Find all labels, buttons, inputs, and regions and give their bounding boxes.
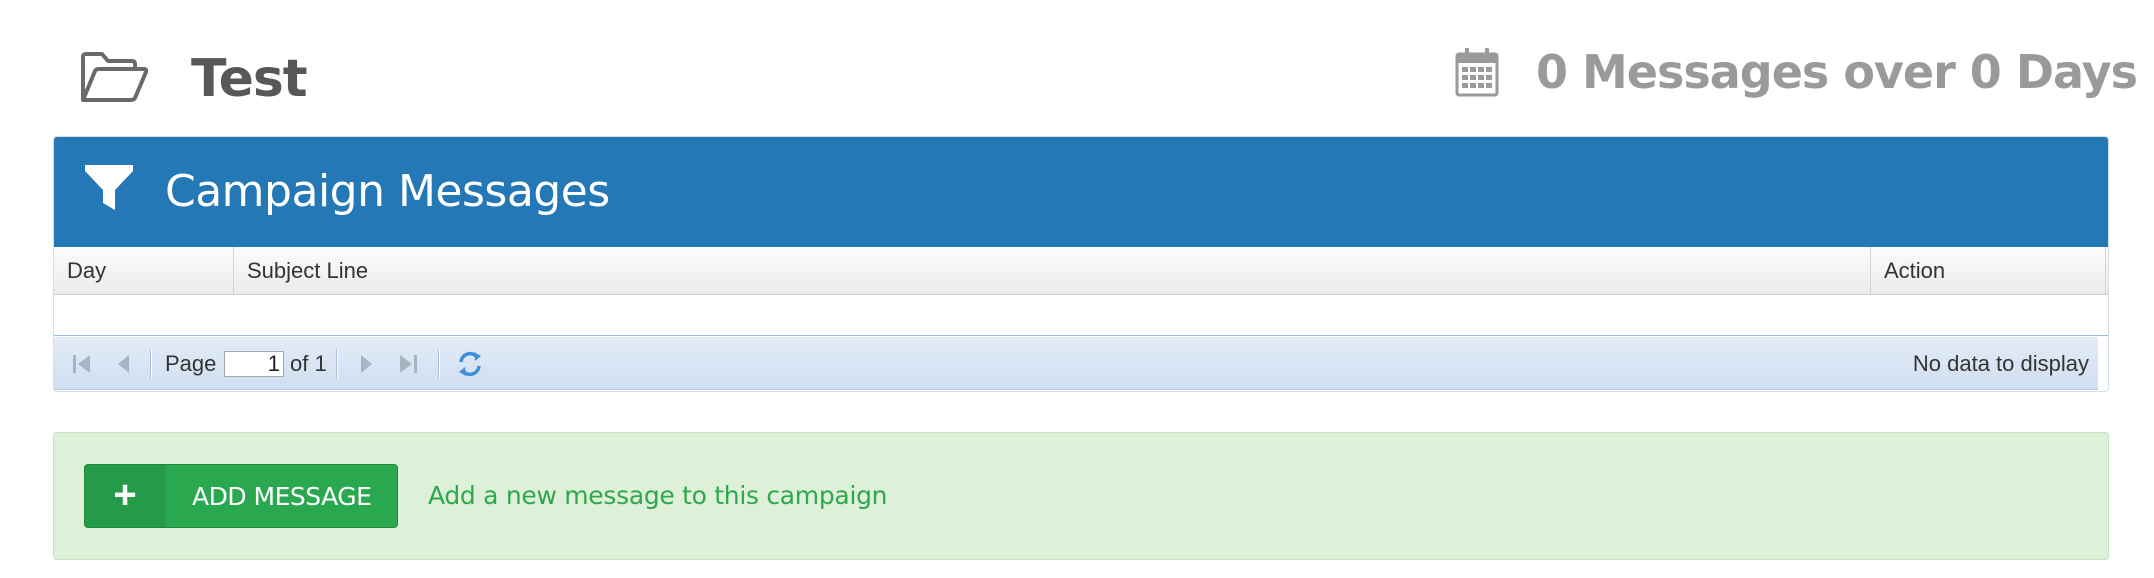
prev-page-icon[interactable] bbox=[112, 351, 136, 377]
pager-separator bbox=[438, 350, 440, 378]
add-message-button[interactable]: + ADD MESSAGE bbox=[84, 464, 398, 528]
filter-icon bbox=[85, 165, 133, 210]
last-page-icon[interactable] bbox=[396, 351, 420, 377]
add-message-hint: Add a new message to this campaign bbox=[428, 481, 888, 510]
page-of-label: of 1 bbox=[290, 351, 327, 376]
panel-header: Campaign Messages bbox=[54, 137, 2108, 247]
next-page-icon[interactable] bbox=[354, 351, 378, 377]
pager-separator bbox=[336, 350, 338, 378]
campaign-messages-panel: Campaign Messages Day Subject Line Actio… bbox=[53, 136, 2109, 392]
add-message-button-label: ADD MESSAGE bbox=[192, 482, 372, 511]
pager-separator bbox=[150, 350, 152, 378]
panel-title: Campaign Messages bbox=[165, 166, 610, 217]
add-message-bar: + ADD MESSAGE Add a new message to this … bbox=[53, 432, 2109, 560]
page-number-input[interactable] bbox=[224, 351, 284, 377]
refresh-icon[interactable] bbox=[455, 349, 485, 379]
campaign-page: Test 0 Messages over 0 Days Campaign Mes… bbox=[0, 0, 2154, 578]
plus-icon: + bbox=[85, 465, 165, 527]
page-header: Test 0 Messages over 0 Days bbox=[0, 0, 2154, 135]
grid-header: Day Subject Line Action bbox=[54, 247, 2108, 295]
page-title: Test bbox=[191, 49, 308, 109]
first-page-icon[interactable] bbox=[70, 351, 94, 377]
pagination-toolbar: Page of 1 No data to display bbox=[54, 337, 2098, 390]
grid-body bbox=[54, 295, 2108, 336]
column-header-action[interactable]: Action bbox=[1871, 247, 2106, 295]
column-header-subject-line[interactable]: Subject Line bbox=[234, 247, 1871, 295]
pager-status: No data to display bbox=[1912, 351, 2089, 376]
page-label: Page bbox=[165, 351, 217, 376]
message-stats: 0 Messages over 0 Days bbox=[1536, 45, 2138, 99]
folder-open-icon bbox=[81, 52, 148, 102]
calendar-icon bbox=[1455, 48, 1499, 97]
column-header-day[interactable]: Day bbox=[54, 247, 234, 295]
